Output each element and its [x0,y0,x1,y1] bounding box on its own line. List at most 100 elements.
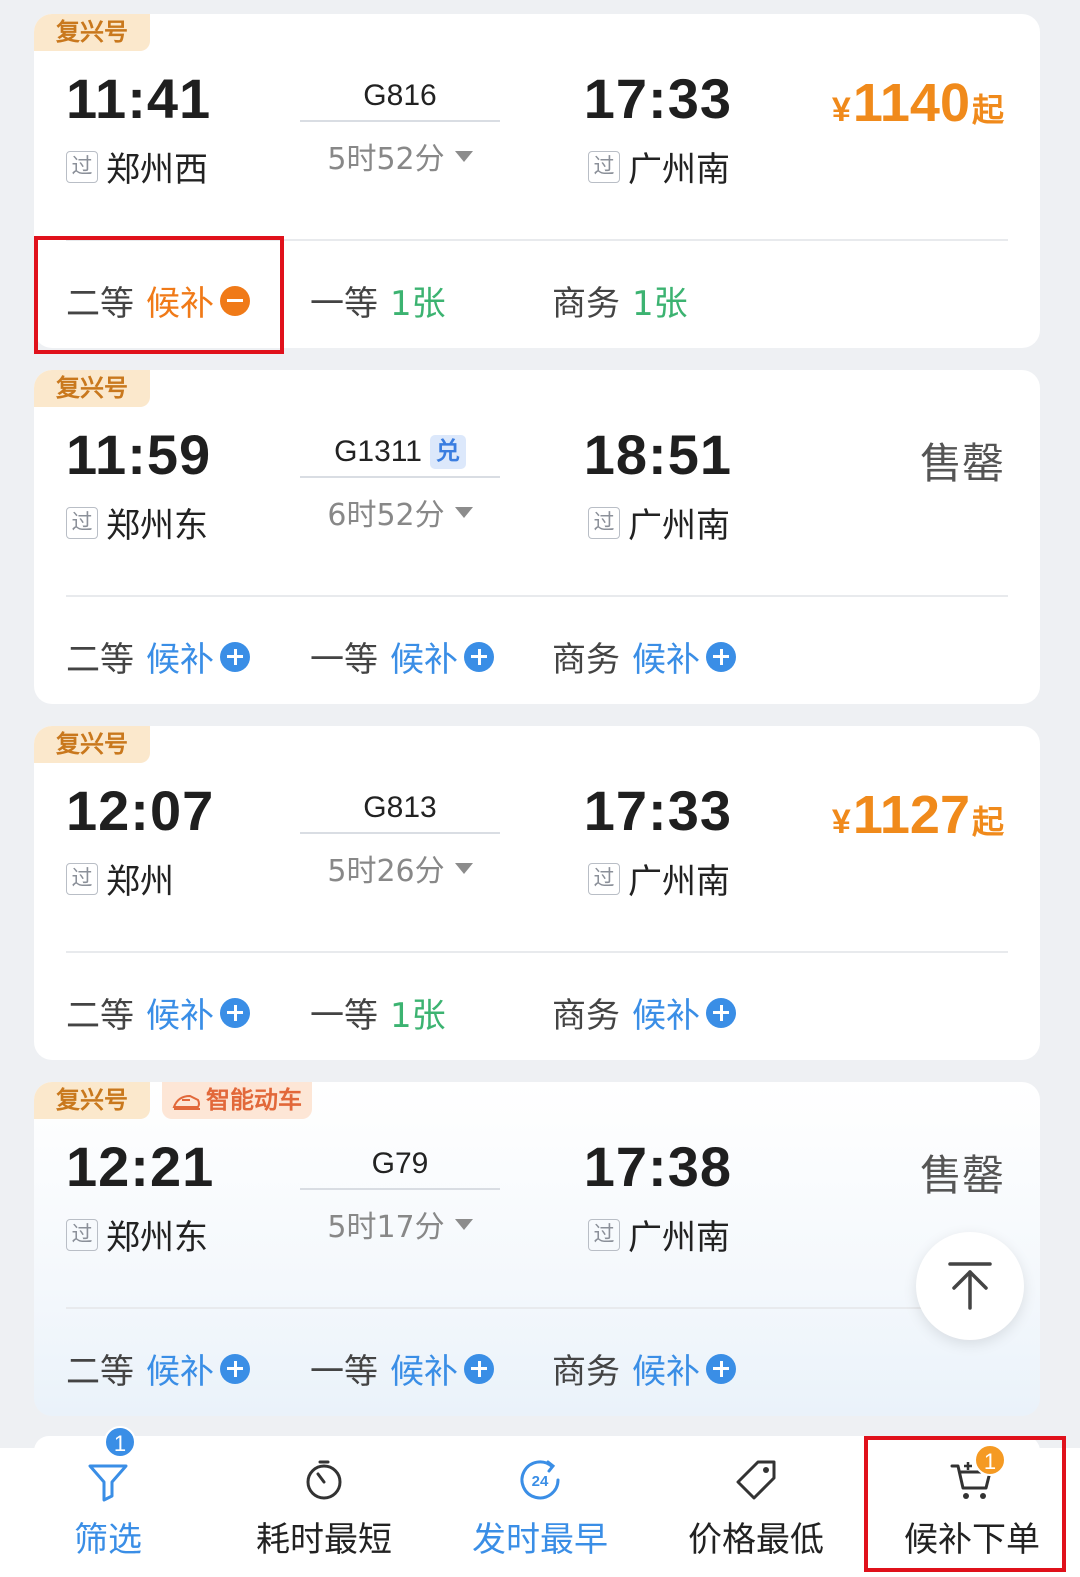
seat-availability: 候补 [146,1352,214,1392]
seat-business-class[interactable]: 商务 候补 [552,632,736,681]
arrival-station: 过 广州南 [588,854,730,903]
seat-first-class[interactable]: 一等 候补 [310,632,494,681]
departure-station: 过 郑州东 [66,1210,208,1259]
add-waitlist-icon[interactable] [464,641,494,672]
arrow-up-icon [948,1262,992,1310]
seat-class-label: 商务 [552,640,620,680]
filter-label: 筛选 [74,1520,142,1560]
train-card[interactable]: 复兴号 11:41 过 郑州西 G816 5时52分 17:33 过 广州南 ¥… [34,14,1040,348]
train-number: G1311 兑 [300,432,500,472]
fuxing-tag: 复兴号 [34,1082,150,1119]
add-waitlist-icon[interactable] [706,1353,736,1384]
duration-text: 5时26分 [327,854,445,889]
add-waitlist-icon[interactable] [706,641,736,672]
route-line [300,832,500,834]
train-icon [172,1094,200,1110]
sort-shortest-button[interactable]: 耗时最短 [216,1448,432,1577]
price-amount: 1140 [852,73,970,133]
arrival-time: 17:33 [583,67,732,130]
arrival-time: 17:38 [583,1135,732,1198]
currency-symbol: ¥ [831,91,851,129]
seat-second-class[interactable]: 二等 候补 [66,988,250,1037]
seat-class-label: 一等 [310,284,378,324]
filter-button[interactable]: 1 筛选 [0,1426,216,1577]
seat-availability: 1张 [390,996,446,1036]
departure-station-name: 郑州 [106,862,174,902]
seat-class-label: 二等 [66,640,134,680]
caret-down-icon [454,506,473,518]
route-line [300,476,500,478]
caret-down-icon [454,862,473,874]
add-waitlist-icon[interactable] [464,1353,494,1384]
fuxing-tag: 复兴号 [34,726,150,763]
add-waitlist-icon[interactable] [706,997,736,1028]
waitlist-order-button[interactable]: 1 候补下单 [864,1444,1080,1577]
train-card[interactable]: 复兴号 智能动车 12:21 过 郑州东 G79 5时17分 17:38 过 广… [34,1082,1040,1416]
train-card[interactable]: 复兴号 12:07 过 郑州 G813 5时26分 17:33 过 广州南 ¥ … [34,726,1040,1060]
scroll-to-top-button[interactable] [916,1232,1024,1340]
seat-class-label: 商务 [552,284,620,324]
departure-time: 11:59 [66,423,212,486]
departure-station-name: 郑州西 [106,150,208,190]
seat-first-class[interactable]: 一等 1张 [310,988,446,1037]
seat-availability: 候补 [390,640,458,680]
seat-availability: 候补 [632,640,700,680]
caret-down-icon [454,150,473,162]
train-number: G79 [371,1147,429,1180]
remove-waitlist-icon[interactable] [220,285,250,316]
price-suffix: 起 [971,91,1004,129]
clock-24-text: 24 [532,1473,549,1490]
train-list-screen: 复兴号 11:41 过 郑州西 G816 5时52分 17:33 过 广州南 ¥… [0,0,1080,1577]
price-suffix: 起 [971,803,1004,841]
train-tags: 复兴号 [34,14,150,51]
seat-availability: 候补 [632,1352,700,1392]
train-card[interactable]: 复兴号 11:59 过 郑州东 G1311 兑 6时52分 18:51 过 广州… [34,370,1040,704]
stopwatch-icon [300,1456,348,1504]
seat-class-label: 二等 [66,996,134,1036]
smart-emu-label: 智能动车 [206,1086,302,1114]
pass-through-badge: 过 [588,1218,620,1251]
divider [66,1307,1008,1309]
seat-business-class[interactable]: 商务 1张 [552,276,688,325]
arrival-station: 过 广州南 [588,498,730,547]
seat-availability: 候补 [146,284,214,324]
arrival-station: 过 广州南 [588,142,730,191]
arrival-time: 17:33 [583,779,732,842]
filter-icon: 1 [84,1426,136,1504]
departure-station: 过 郑州东 [66,498,208,547]
duration-toggle[interactable]: 5时52分 [300,134,500,178]
train-tags: 复兴号 [34,370,150,407]
seat-business-class[interactable]: 商务 候补 [552,988,736,1037]
seat-class-label: 二等 [66,284,134,324]
pass-through-badge: 过 [66,150,98,183]
seat-business-class[interactable]: 商务 候补 [552,1344,736,1393]
seat-availability: 候补 [146,640,214,680]
seat-availability: 候补 [390,1352,458,1392]
duration-toggle[interactable]: 6时52分 [300,490,500,534]
price-amount: 1127 [852,785,970,845]
seat-second-class[interactable]: 二等 候补 [66,276,250,325]
sort-cheapest-button[interactable]: 价格最低 [648,1448,864,1577]
train-number: G813 [363,791,437,824]
seat-availability: 1张 [390,284,446,324]
add-waitlist-icon[interactable] [220,997,250,1028]
add-waitlist-icon[interactable] [220,641,250,672]
pass-through-badge: 过 [66,1218,98,1251]
filter-badge: 1 [104,1426,136,1458]
fuxing-tag: 复兴号 [34,14,150,51]
departure-station: 过 郑州西 [66,142,208,191]
seat-class-label: 一等 [310,1352,378,1392]
duration-toggle[interactable]: 5时26分 [300,846,500,890]
seat-second-class[interactable]: 二等 候补 [66,632,250,681]
train-info: G79 5时17分 [300,1144,500,1246]
duration-toggle[interactable]: 5时17分 [300,1202,500,1246]
seat-first-class[interactable]: 一等 1张 [310,276,446,325]
train-tags: 复兴号 智能动车 [34,1082,312,1119]
caret-down-icon [454,1218,473,1230]
arrival-time: 18:51 [583,423,732,486]
add-waitlist-icon[interactable] [220,1353,250,1384]
seat-second-class[interactable]: 二等 候补 [66,1344,250,1393]
sort-earliest-button[interactable]: 24 发时最早 [432,1448,648,1577]
seat-first-class[interactable]: 一等 候补 [310,1344,494,1393]
train-info: G816 5时52分 [300,76,500,178]
